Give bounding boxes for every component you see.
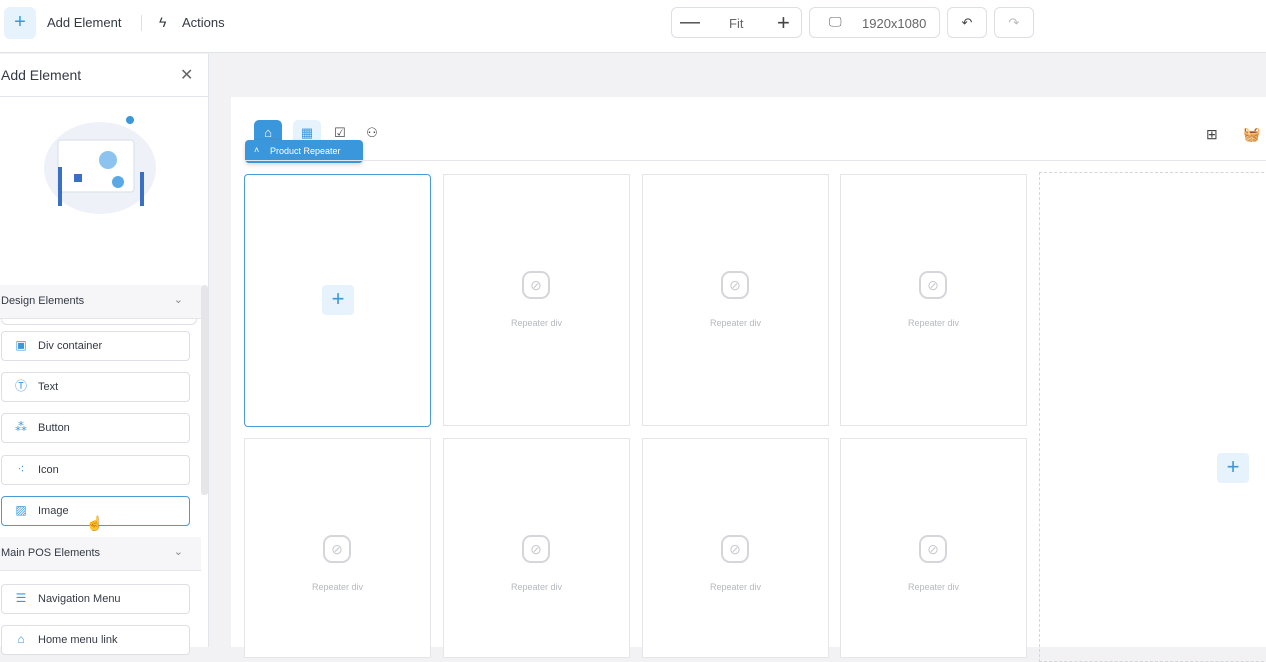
redo-button[interactable]: ↷ (994, 7, 1034, 38)
element-navigation-menu[interactable]: ☰ Navigation Menu (1, 584, 190, 614)
item-label: Navigation Menu (38, 593, 121, 605)
section-label: Design Elements (1, 295, 85, 307)
repeater-label: Product Repeater (270, 146, 341, 156)
item-label: Icon (38, 464, 59, 476)
drop-zone[interactable] (1039, 172, 1266, 662)
actions-button[interactable]: Actions (182, 15, 225, 30)
link-icon: ⊘ (522, 271, 550, 299)
resolution-button[interactable]: 🖵 1920x1080 (809, 7, 940, 38)
top-toolbar: + Add Element ϟ Actions — Fit + 🖵 1920x1… (0, 0, 1266, 53)
link-icon: ⊘ (919, 535, 947, 563)
link-icon: ⊘ (522, 535, 550, 563)
item-label: Text (38, 381, 59, 393)
monitor-icon: 🖵 (829, 14, 842, 29)
chevron-down-icon: ⌄ (173, 546, 183, 558)
repeater-div[interactable]: ⊘ Repeater div (443, 438, 630, 658)
undo-button[interactable]: ↶ (947, 7, 987, 38)
hand-cursor-icon: ☝ (86, 515, 104, 531)
resolution-label: 1920x1080 (862, 16, 927, 31)
repeater-div[interactable]: ⊘ Repeater div (443, 174, 630, 426)
image-icon: ▨ (15, 503, 27, 517)
item-label: Button (38, 422, 70, 434)
add-column-button[interactable]: + (1217, 453, 1249, 483)
shapes-icon: ⁖ (17, 462, 25, 476)
repeater-div[interactable]: ⊘ Repeater div (840, 438, 1027, 658)
section-main-pos-elements[interactable]: Main POS Elements ⌄ (0, 537, 201, 571)
add-element-button[interactable]: + (4, 7, 36, 39)
chevron-up-icon: ˄ (254, 145, 260, 155)
menu-icon: ☰ (15, 591, 27, 605)
pointer-click-icon: ⁂ (15, 420, 27, 434)
design-canvas[interactable]: ⌂ ▦ ☑ ⚇ ˄ Product Repeater ⊞ 🧺 + ⊘ Repeate… (231, 97, 1266, 662)
section-design-elements[interactable]: Design Elements ⌄ (0, 285, 201, 319)
repeater-div[interactable]: ⊘ Repeater div (840, 174, 1027, 426)
chevron-down-icon: ⌄ (173, 294, 183, 306)
item-label: Image (38, 505, 69, 517)
home-icon: ⌂ (17, 632, 25, 646)
card-label: Repeater div (907, 318, 960, 328)
square-icon: ▣ (15, 338, 27, 352)
link-icon: ⊘ (323, 535, 351, 563)
text-icon: Ⓣ (14, 379, 27, 393)
card-label: Repeater div (311, 582, 364, 592)
link-icon: ⊘ (919, 271, 947, 299)
repeater-div[interactable]: ⊘ Repeater div (642, 174, 829, 426)
repeater-div[interactable]: ⊘ Repeater div (642, 438, 829, 658)
link-icon: ⊘ (721, 271, 749, 299)
add-child-button[interactable]: + (322, 285, 354, 315)
illustration (44, 116, 156, 214)
add-element-label[interactable]: Add Element (47, 15, 121, 30)
element-button[interactable]: ⁂ Button (1, 413, 190, 443)
repeater-div-selected[interactable]: + (244, 174, 431, 427)
divider (141, 15, 142, 31)
lightning-icon[interactable]: ϟ (159, 14, 166, 30)
divider (245, 160, 1266, 161)
close-icon[interactable]: ✕ (180, 65, 193, 85)
card-label: Repeater div (907, 582, 960, 592)
add-element-panel: Add Element ✕ Search elements ⌕ Design E… (0, 54, 209, 655)
section-label: Main POS Elements (1, 547, 101, 559)
repeater-div[interactable]: ⊘ Repeater div (244, 438, 431, 658)
card-label: Repeater div (510, 318, 563, 328)
element-icon[interactable]: ⁖ Icon (1, 455, 190, 485)
scrollbar[interactable] (201, 285, 208, 495)
element-home-menu-link[interactable]: ⌂ Home menu link (1, 625, 190, 655)
card-label: Repeater div (510, 582, 563, 592)
zoom-out-button[interactable]: — (680, 11, 700, 34)
divider (0, 96, 208, 97)
panel-title: Add Element (1, 67, 82, 83)
add-square-icon[interactable]: ⊞ (1206, 126, 1218, 143)
item-label: Div container (38, 340, 103, 352)
basket-icon[interactable]: 🧺 (1243, 126, 1260, 143)
zoom-in-button[interactable]: + (777, 10, 790, 36)
link-icon: ⊘ (721, 535, 749, 563)
element-div-container[interactable]: ▣ Div container (1, 331, 190, 361)
card-label: Repeater div (709, 582, 762, 592)
element-text[interactable]: Ⓣ Text (1, 372, 190, 402)
zoom-level[interactable]: Fit (729, 16, 743, 31)
zoom-control: — Fit + (671, 7, 802, 38)
item-label: Home menu link (38, 634, 118, 646)
card-label: Repeater div (709, 318, 762, 328)
